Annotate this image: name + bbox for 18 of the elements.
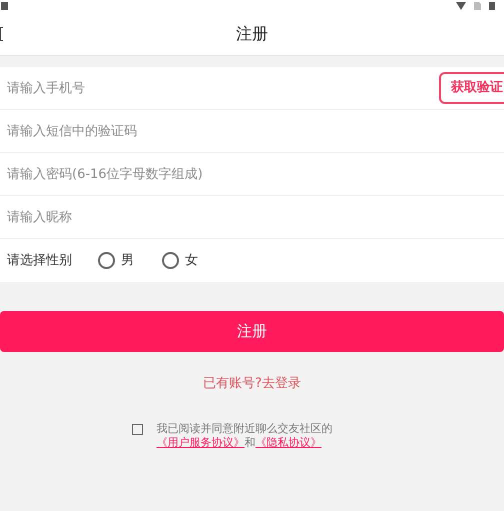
login-link[interactable]: 已有账号?去登录 <box>203 374 301 394</box>
user-agreement-link[interactable]: 《用户服务协议》 <box>156 436 244 448</box>
gender-label: 请选择性别 <box>7 252 72 270</box>
radio-button[interactable] <box>98 252 115 269</box>
no-sim-icon <box>474 2 481 10</box>
battery-icon <box>489 2 495 10</box>
get-code-button[interactable]: 获取验证 <box>439 72 504 104</box>
radio-button[interactable] <box>162 252 179 269</box>
notification-icon <box>1 2 8 10</box>
agreement-checkbox[interactable] <box>132 424 142 434</box>
agreement-text: 我已阅读并同意附近聊么交友社区的 《用户服务协议》和《隐私协议》 <box>156 422 334 450</box>
privacy-link[interactable]: 《隐私协议》 <box>256 436 322 448</box>
radio-label: 女 <box>185 252 198 270</box>
page-title: 注册 <box>236 22 268 44</box>
radio-label: 男 <box>121 252 134 270</box>
signal-icon <box>456 2 466 10</box>
back-icon[interactable] <box>0 27 3 41</box>
register-button[interactable]: 注册 <box>0 311 504 352</box>
